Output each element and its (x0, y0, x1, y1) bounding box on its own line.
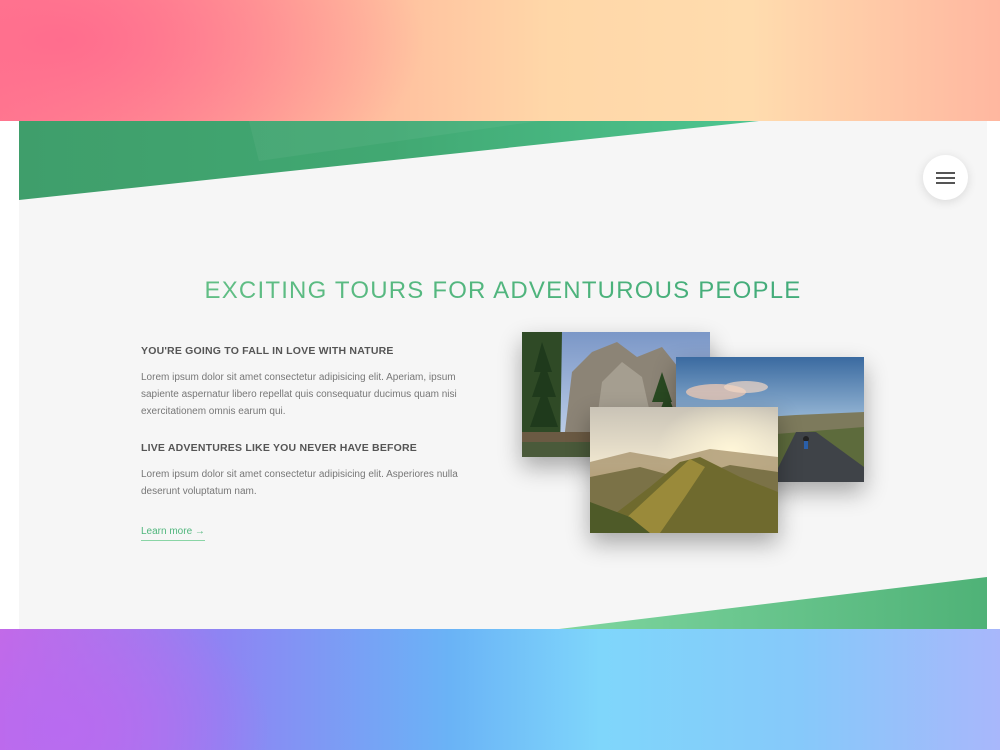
feature-copy: YOU'RE GOING TO FALL IN LOVE WITH NATURE… (141, 345, 471, 541)
learn-more-link[interactable]: Learn more → (141, 526, 205, 541)
hamburger-menu-icon (936, 172, 955, 184)
mountain-ridge-hiker-photo (590, 407, 778, 533)
feature-title: LIVE ADVENTURES LIKE YOU NEVER HAVE BEFO… (141, 442, 417, 454)
feature-body: Lorem ipsum dolor sit amet consectetur a… (141, 372, 457, 417)
bottom-gradient-band (0, 629, 1000, 750)
tours-section: EXCITING TOURS FOR ADVENTUROUS PEOPLE YO… (19, 121, 987, 629)
feature-body: Lorem ipsum dolor sit amet consectetur a… (141, 469, 458, 497)
menu-button[interactable] (923, 155, 968, 200)
top-slanted-shape (19, 121, 759, 200)
section-headline: EXCITING TOURS FOR ADVENTUROUS PEOPLE (19, 277, 987, 305)
top-gradient-band (0, 0, 1000, 121)
feature-title: YOU'RE GOING TO FALL IN LOVE WITH NATURE (141, 345, 394, 357)
